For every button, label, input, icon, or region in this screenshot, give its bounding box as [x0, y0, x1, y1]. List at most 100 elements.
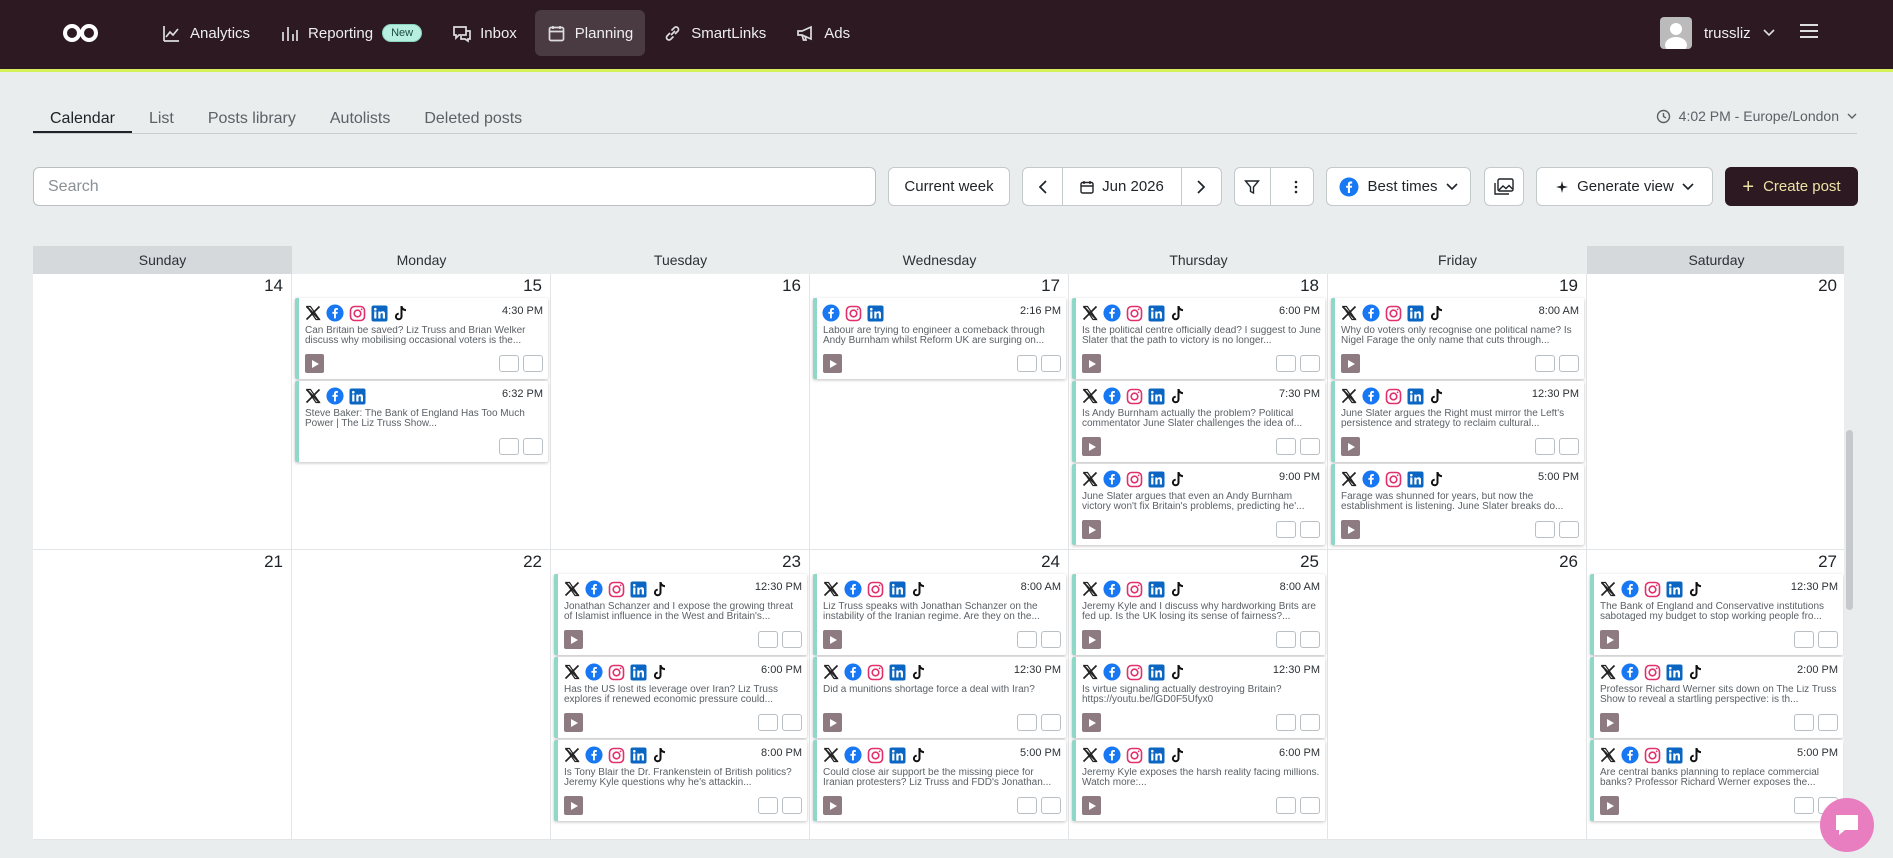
grid-icon[interactable] [1041, 631, 1061, 648]
video-thumbnail[interactable] [823, 630, 842, 649]
post-card[interactable]: 2:16 PM Labour are trying to engineer a c… [813, 298, 1066, 379]
grid-icon[interactable] [1300, 438, 1320, 455]
video-thumbnail[interactable] [1082, 796, 1101, 815]
preview-icon[interactable] [1794, 714, 1814, 731]
preview-icon[interactable] [1276, 355, 1296, 372]
grid-icon[interactable] [1818, 714, 1838, 731]
generate-view-select[interactable]: Generate view [1536, 167, 1713, 206]
post-card[interactable]: 8:00 PM Is Tony Blair the Dr. Frankenstei… [554, 740, 807, 821]
video-thumbnail[interactable] [1341, 354, 1360, 373]
calendar-day-cell[interactable]: 20 [1587, 274, 1844, 550]
video-thumbnail[interactable] [1600, 630, 1619, 649]
calendar-day-cell[interactable]: 14 [33, 274, 292, 550]
preview-icon[interactable] [758, 714, 778, 731]
preview-icon[interactable] [499, 438, 519, 455]
grid-icon[interactable] [1300, 714, 1320, 731]
post-card[interactable]: 5:00 PM Are central banks planning to rep… [1590, 740, 1843, 821]
post-card[interactable]: 8:00 AM Why do voters only recognise one … [1331, 298, 1584, 379]
tab-list[interactable]: List [132, 100, 191, 133]
post-card[interactable]: 7:30 PM Is Andy Burnham actually the prob… [1072, 381, 1325, 462]
post-card[interactable]: 5:00 PM Could close air support be the mi… [813, 740, 1066, 821]
user-menu[interactable]: trussliz [1660, 17, 1775, 49]
preview-icon[interactable] [1794, 797, 1814, 814]
video-thumbnail[interactable] [1082, 630, 1101, 649]
calendar-day-cell[interactable]: 27 12:30 PM The Bank of England and Conser… [1587, 550, 1844, 840]
calendar-day-cell[interactable]: 16 [551, 274, 810, 550]
post-card[interactable]: 6:32 PM Steve Baker: The Bank of England … [295, 381, 548, 462]
grid-icon[interactable] [782, 797, 802, 814]
preview-icon[interactable] [1535, 438, 1555, 455]
month-picker[interactable]: Jun 2026 [1080, 178, 1164, 195]
video-thumbnail[interactable] [1082, 520, 1101, 539]
preview-icon[interactable] [1276, 714, 1296, 731]
calendar-day-cell[interactable]: 26 [1328, 550, 1587, 840]
post-card[interactable]: 12:30 PM Jonathan Schanzer and I expose t… [554, 574, 807, 655]
search-input[interactable]: Search [33, 167, 876, 206]
current-week-button[interactable]: Current week [888, 167, 1010, 206]
post-card[interactable]: 4:30 PM Can Britain be saved? Liz Truss a… [295, 298, 548, 379]
grid-icon[interactable] [1300, 355, 1320, 372]
video-thumbnail[interactable] [823, 354, 842, 373]
prev-month-button[interactable] [1023, 168, 1063, 205]
preview-icon[interactable] [758, 797, 778, 814]
post-card[interactable]: 6:00 PM Is the political centre officiall… [1072, 298, 1325, 379]
calendar-day-cell[interactable]: 19 8:00 AM Why do voters only recognise on… [1328, 274, 1587, 550]
grid-icon[interactable] [782, 714, 802, 731]
preview-icon[interactable] [1276, 438, 1296, 455]
post-card[interactable]: 12:30 PM June Slater argues the Right mus… [1331, 381, 1584, 462]
post-card[interactable]: 8:00 AM Liz Truss speaks with Jonathan Sc… [813, 574, 1066, 655]
chat-support-button[interactable] [1820, 798, 1874, 852]
video-thumbnail[interactable] [1082, 713, 1101, 732]
more-options-button[interactable] [1279, 168, 1313, 205]
tab-posts-library[interactable]: Posts library [191, 100, 313, 133]
tab-calendar[interactable]: Calendar [33, 100, 132, 133]
preview-icon[interactable] [499, 355, 519, 372]
best-times-select[interactable]: Best times [1326, 167, 1471, 206]
video-thumbnail[interactable] [564, 630, 583, 649]
preview-icon[interactable] [1276, 631, 1296, 648]
timezone-selector[interactable]: 4:02 PM - Europe/London [1656, 108, 1857, 124]
preview-icon[interactable] [1794, 631, 1814, 648]
nav-item-inbox[interactable]: Inbox [440, 10, 529, 56]
preview-icon[interactable] [1017, 355, 1037, 372]
calendar-day-cell[interactable]: 25 8:00 AM Jeremy Kyle and I discuss why h… [1069, 550, 1328, 840]
video-thumbnail[interactable] [564, 713, 583, 732]
tab-autolists[interactable]: Autolists [313, 100, 407, 133]
grid-icon[interactable] [1559, 521, 1579, 538]
post-card[interactable]: 6:00 PM Jeremy Kyle exposes the harsh rea… [1072, 740, 1325, 821]
grid-icon[interactable] [1818, 631, 1838, 648]
grid-icon[interactable] [1559, 438, 1579, 455]
calendar-scrollbar[interactable] [1846, 430, 1853, 610]
video-thumbnail[interactable] [823, 796, 842, 815]
post-card[interactable]: 2:00 PM Professor Richard Werner sits dow… [1590, 657, 1843, 738]
video-thumbnail[interactable] [305, 354, 324, 373]
grid-icon[interactable] [523, 438, 543, 455]
grid-icon[interactable] [1300, 797, 1320, 814]
tab-deleted-posts[interactable]: Deleted posts [407, 100, 539, 133]
filter-button[interactable] [1235, 168, 1271, 205]
preview-icon[interactable] [1017, 797, 1037, 814]
preview-icon[interactable] [1535, 521, 1555, 538]
preview-icon[interactable] [1276, 521, 1296, 538]
nav-item-ads[interactable]: Ads [784, 10, 862, 56]
grid-icon[interactable] [1041, 797, 1061, 814]
video-thumbnail[interactable] [1600, 713, 1619, 732]
nav-item-planning[interactable]: Planning [534, 10, 646, 56]
video-thumbnail[interactable] [1600, 796, 1619, 815]
preview-icon[interactable] [758, 631, 778, 648]
grid-icon[interactable] [782, 631, 802, 648]
grid-icon[interactable] [1041, 355, 1061, 372]
grid-icon[interactable] [1559, 355, 1579, 372]
media-gallery-button[interactable] [1484, 167, 1524, 206]
grid-icon[interactable] [523, 355, 543, 372]
post-card[interactable]: 8:00 AM Jeremy Kyle and I discuss why har… [1072, 574, 1325, 655]
post-card[interactable]: 12:30 PM Is virtue signaling actually des… [1072, 657, 1325, 738]
nav-item-reporting[interactable]: Reporting New [268, 10, 434, 56]
calendar-day-cell[interactable]: 17 2:16 PM Labour are trying to engineer a… [810, 274, 1069, 550]
video-thumbnail[interactable] [1341, 437, 1360, 456]
post-card[interactable]: 9:00 PM June Slater argues that even an A… [1072, 464, 1325, 545]
post-card[interactable]: 12:30 PM Did a munitions shortage force a… [813, 657, 1066, 738]
preview-icon[interactable] [1017, 714, 1037, 731]
post-card[interactable]: 5:00 PM Farage was shunned for years, but… [1331, 464, 1584, 545]
calendar-day-cell[interactable]: 15 4:30 PM Can Britain be saved? Liz Truss… [292, 274, 551, 550]
